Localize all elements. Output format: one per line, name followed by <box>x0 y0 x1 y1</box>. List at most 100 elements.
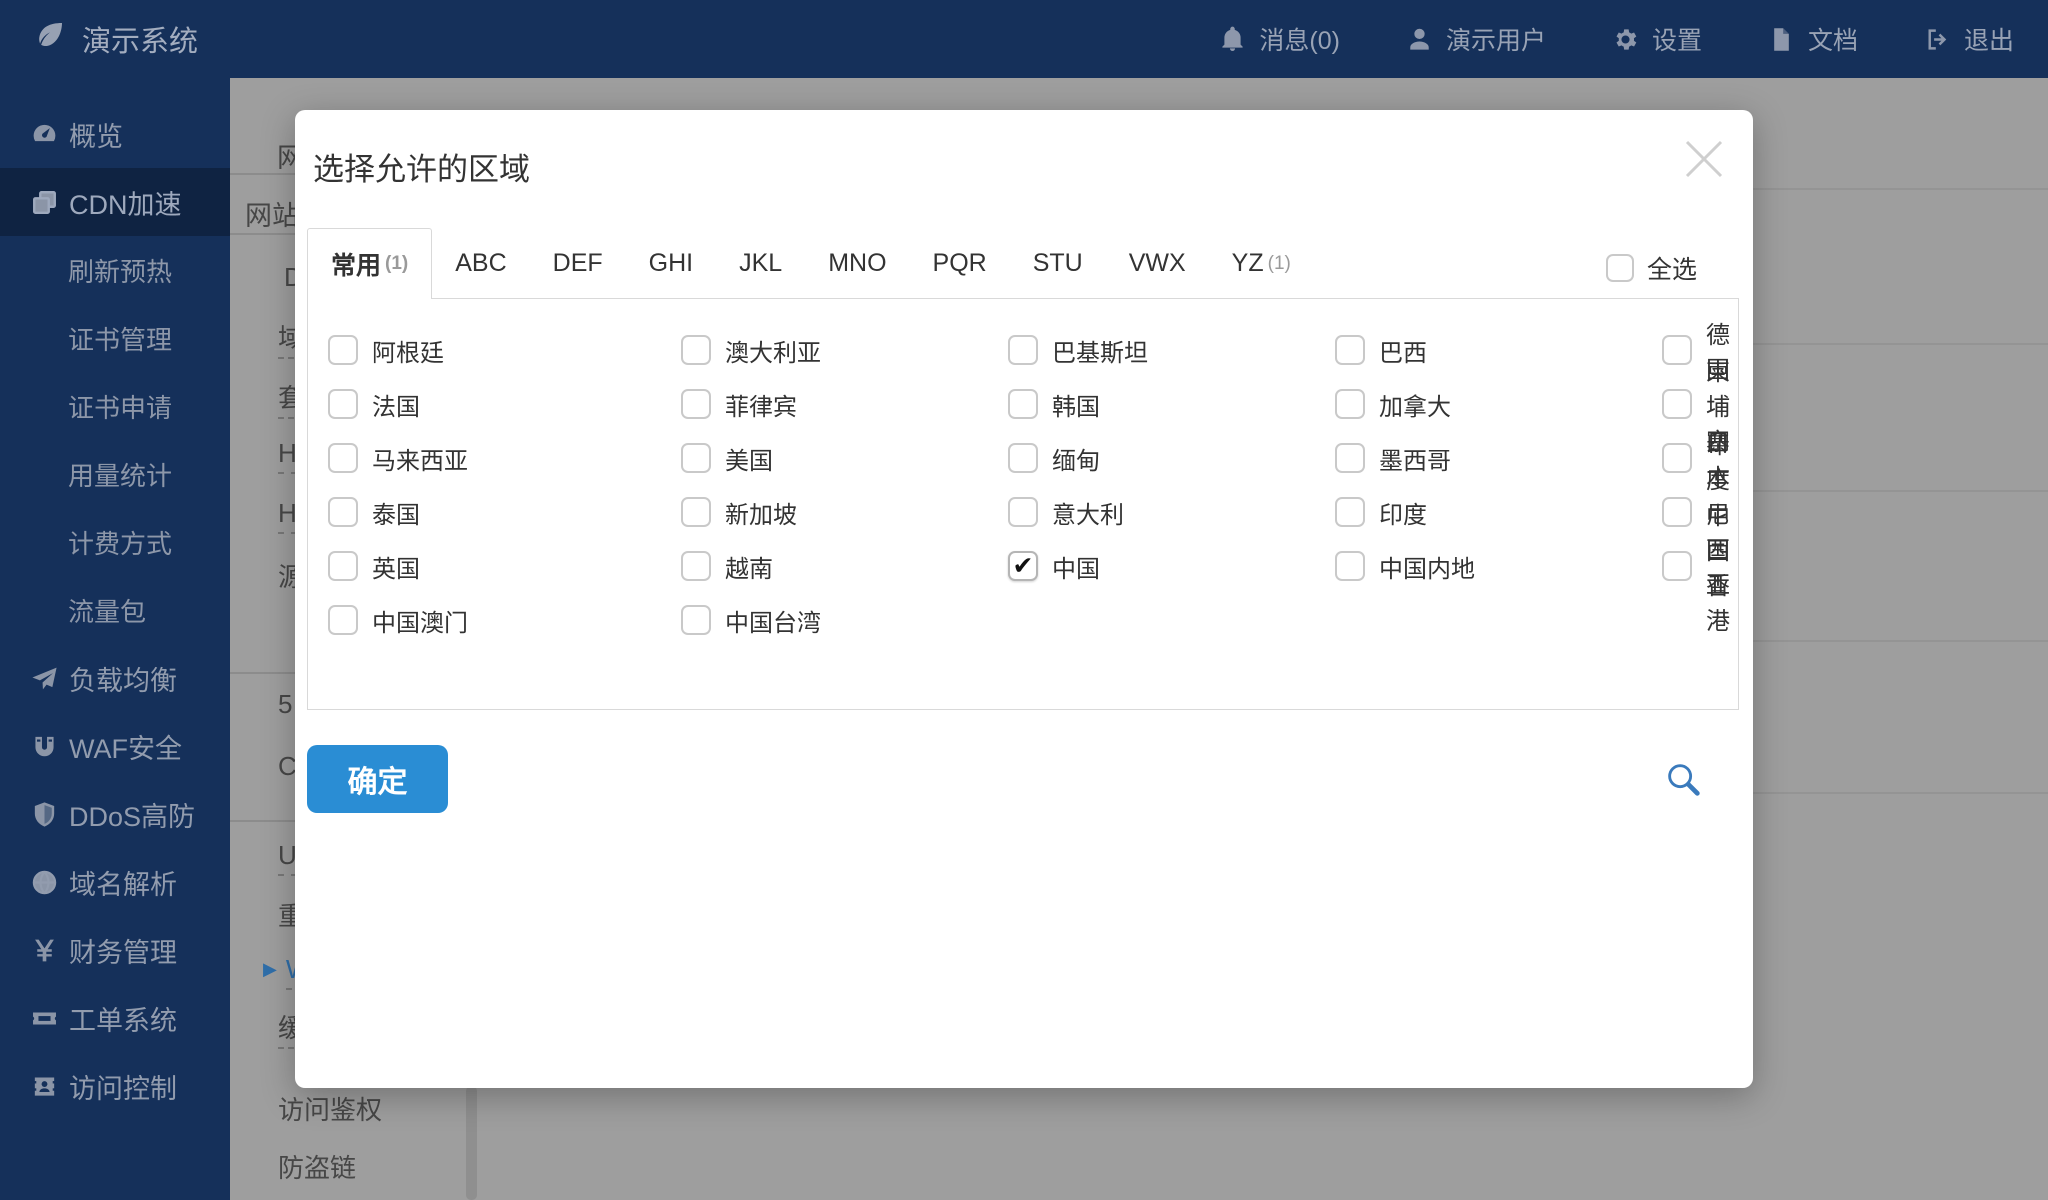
country-option-china-mainland[interactable]: 中国内地 <box>1335 539 1662 593</box>
checkbox[interactable] <box>681 497 711 527</box>
checkbox[interactable] <box>1662 497 1692 527</box>
country-option-brazil[interactable]: 巴西 <box>1335 323 1662 377</box>
country-label: 越南 <box>725 555 773 583</box>
tab-label: ABC <box>455 249 507 277</box>
background-menu-item[interactable]: 防盗链 <box>278 1148 356 1185</box>
checkbox[interactable] <box>1662 389 1692 419</box>
sidebar-item-cdn-acceleration[interactable]: CDN加速 <box>0 168 230 236</box>
checkbox[interactable] <box>1335 443 1365 473</box>
sidebar-item-finance-management[interactable]: 财务管理 <box>0 916 230 984</box>
country-option-philippines[interactable]: 菲律宾 <box>681 377 1008 431</box>
sidebar-item-cert-apply[interactable]: 证书申请 <box>0 372 230 440</box>
background-menu-item[interactable]: 5 <box>278 689 292 720</box>
checkbox[interactable] <box>328 551 358 581</box>
app-logo[interactable]: 演示系统 <box>34 0 198 78</box>
checkbox[interactable] <box>1335 335 1365 365</box>
country-option-india[interactable]: 印度 <box>1335 485 1662 539</box>
country-option-myanmar[interactable]: 缅甸 <box>1008 431 1335 485</box>
tab-vwx[interactable]: VWX <box>1106 228 1209 299</box>
topbar-item-user[interactable]: 演示用户 <box>1406 21 1546 57</box>
checkbox[interactable] <box>681 551 711 581</box>
country-option-usa[interactable]: 美国 <box>681 431 1008 485</box>
country-label: 法国 <box>372 393 420 421</box>
tab-pqr[interactable]: PQR <box>910 228 1010 299</box>
sidebar-item-ticket-system[interactable]: 工单系统 <box>0 984 230 1052</box>
topbar-item-messages[interactable]: 消息(0) <box>1219 21 1340 57</box>
tab-ghi[interactable]: GHI <box>626 228 716 299</box>
checkbox[interactable] <box>1008 389 1038 419</box>
checkbox[interactable] <box>328 497 358 527</box>
tab-jkl[interactable]: JKL <box>716 228 805 299</box>
sidebar-item-billing-method[interactable]: 计费方式 <box>0 508 230 576</box>
background-menu-item[interactable]: C <box>278 751 297 782</box>
checkbox[interactable] <box>1662 551 1692 581</box>
country-option-singapore[interactable]: 新加坡 <box>681 485 1008 539</box>
checkbox[interactable] <box>681 335 711 365</box>
checkbox[interactable] <box>328 335 358 365</box>
background-menu-item[interactable]: H <box>278 438 297 474</box>
sidebar-item-label: 工单系统 <box>69 1005 177 1036</box>
country-option-argentina[interactable]: 阿根廷 <box>328 323 681 377</box>
checkbox[interactable] <box>1605 254 1634 282</box>
tab-abc[interactable]: ABC <box>432 228 529 299</box>
country-option-china-macau[interactable]: 中国澳门 <box>328 593 681 647</box>
sidebar-item-waf-security[interactable]: WAF安全 <box>0 712 230 780</box>
checkbox-checked[interactable]: ✔ <box>1008 551 1038 581</box>
checkbox[interactable] <box>1335 389 1365 419</box>
checkbox[interactable] <box>1008 443 1038 473</box>
country-option-vietnam[interactable]: 越南 <box>681 539 1008 593</box>
topbar-item-logout[interactable]: 退出 <box>1924 21 2014 57</box>
select-all-checkbox[interactable]: 全选 <box>1605 250 1697 286</box>
sidebar-item-access-control[interactable]: 访问控制 <box>0 1052 230 1120</box>
country-option-pakistan[interactable]: 巴基斯坦 <box>1008 323 1335 377</box>
country-option-australia[interactable]: 澳大利亚 <box>681 323 1008 377</box>
country-option-italy[interactable]: 意大利 <box>1008 485 1335 539</box>
checkbox[interactable] <box>681 389 711 419</box>
sidebar-item-load-balancing[interactable]: 负载均衡 <box>0 644 230 712</box>
sidebar-item-traffic-package[interactable]: 流量包 <box>0 576 230 644</box>
background-menu-item[interactable]: H <box>278 498 297 534</box>
country-option-uk[interactable]: 英国 <box>328 539 681 593</box>
sidebar-item-ddos-protection[interactable]: DDoS高防 <box>0 780 230 848</box>
sidebar-item-dns-resolution[interactable]: 域名解析 <box>0 848 230 916</box>
tab-def[interactable]: DEF <box>530 228 626 299</box>
sidebar-item-overview[interactable]: 概览 <box>0 100 230 168</box>
checkbox[interactable] <box>1335 497 1365 527</box>
checkbox[interactable] <box>681 443 711 473</box>
country-option-thailand[interactable]: 泰国 <box>328 485 681 539</box>
tab-mno[interactable]: MNO <box>805 228 909 299</box>
checkbox[interactable] <box>1335 551 1365 581</box>
search-icon[interactable] <box>1661 758 1705 802</box>
background-menu-scrollbar[interactable] <box>466 1086 477 1200</box>
background-menu-item[interactable]: U <box>278 840 297 876</box>
tab-label: YZ <box>1231 249 1264 277</box>
tab-common[interactable]: 常用 (1) <box>307 228 433 299</box>
sidebar-item-usage-stats[interactable]: 用量统计 <box>0 440 230 508</box>
country-option-south-korea[interactable]: 韩国 <box>1008 377 1335 431</box>
sidebar-item-refresh-prewarm[interactable]: 刷新预热 <box>0 236 230 304</box>
country-option-china-hongkong[interactable]: 中国香港 <box>1662 503 1738 635</box>
country-option-france[interactable]: 法国 <box>328 377 681 431</box>
country-option-china-taiwan[interactable]: 中国台湾 <box>681 593 1008 647</box>
topbar-item-docs[interactable]: 文档 <box>1768 21 1858 57</box>
country-option-china[interactable]: ✔ 中国 <box>1008 539 1335 593</box>
checkbox[interactable] <box>328 443 358 473</box>
background-menu-item[interactable]: 访问鉴权 <box>278 1090 382 1127</box>
tab-stu[interactable]: STU <box>1010 228 1106 299</box>
confirm-button[interactable]: 确定 <box>307 745 448 813</box>
checkbox[interactable] <box>1008 497 1038 527</box>
country-option-canada[interactable]: 加拿大 <box>1335 377 1662 431</box>
checkbox[interactable] <box>328 605 358 635</box>
checkbox[interactable] <box>681 605 711 635</box>
country-option-mexico[interactable]: 墨西哥 <box>1335 431 1662 485</box>
country-option-malaysia[interactable]: 马来西亚 <box>328 431 681 485</box>
checkbox[interactable] <box>1662 335 1692 365</box>
topbar-item-settings[interactable]: 设置 <box>1612 21 1702 57</box>
background-menu-item[interactable]: 网站 <box>245 194 299 233</box>
sidebar-item-cert-management[interactable]: 证书管理 <box>0 304 230 372</box>
checkbox[interactable] <box>1662 443 1692 473</box>
close-icon[interactable] <box>1679 134 1729 184</box>
tab-yz[interactable]: YZ (1) <box>1209 228 1314 299</box>
checkbox[interactable] <box>1008 335 1038 365</box>
checkbox[interactable] <box>328 389 358 419</box>
